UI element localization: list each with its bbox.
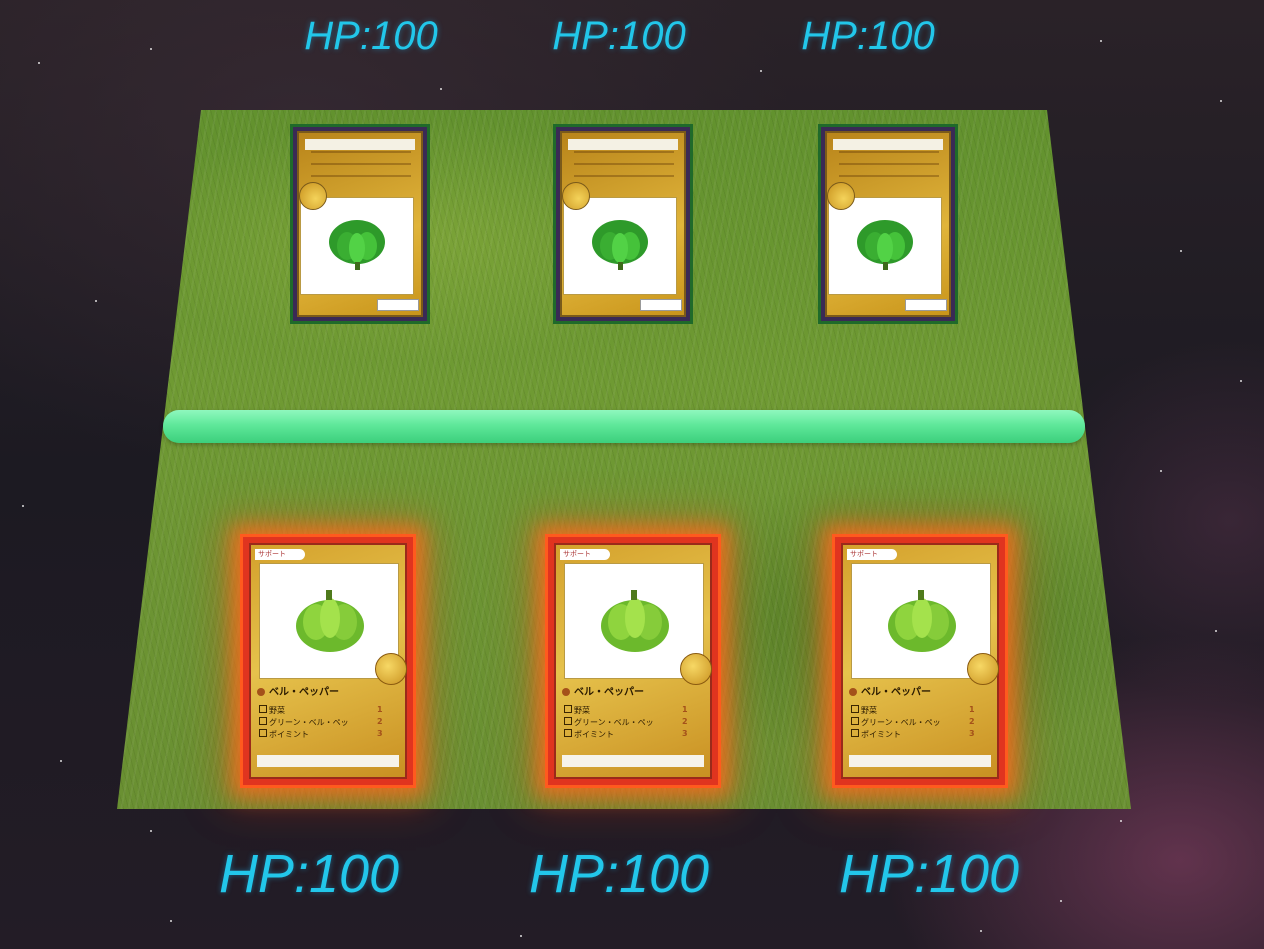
opponent-card-3[interactable] (818, 124, 958, 324)
card-badge: サポート (847, 549, 897, 560)
bell-pepper-icon (888, 590, 956, 652)
square-icon (564, 717, 572, 725)
card-attr-3: ポイミント (861, 730, 901, 739)
opponent-card-1[interactable] (290, 124, 430, 324)
player-card-1[interactable]: サポート ベル・ペッパー 野菜 1 グリーン・ベル・ペッ 2 ポイミント 3 (240, 534, 416, 788)
card-attr-2: グリーン・ベル・ペッ (269, 718, 349, 727)
card-footer-bar (257, 755, 399, 767)
card-badge: サポート (255, 549, 305, 560)
card-attr-1: 野菜 (269, 706, 285, 715)
card-val-1: 1 (682, 705, 688, 714)
player-hp-label-1: HP:100 (218, 844, 400, 904)
bell-pepper-icon (329, 220, 385, 270)
bell-pepper-icon (857, 220, 913, 270)
badge-emblem-icon (680, 653, 712, 685)
card-art (563, 197, 677, 295)
field-divider (163, 410, 1085, 443)
bell-pepper-icon (601, 590, 669, 652)
square-icon (259, 717, 267, 725)
card-attr-1: 野菜 (574, 706, 590, 715)
player-hp-label-2: HP:100 (528, 844, 710, 904)
card-name: ベル・ペッパー (269, 687, 339, 698)
element-dot-icon (257, 688, 265, 696)
square-icon (851, 705, 859, 713)
element-dot-icon (849, 688, 857, 696)
card-badge (640, 299, 682, 311)
player-card-2[interactable]: サポート ベル・ペッパー 野菜 1 グリーン・ベル・ペッ 2 ポイミント 3 (545, 534, 721, 788)
card-name: ベル・ペッパー (574, 687, 644, 698)
square-icon (851, 717, 859, 725)
card-art (300, 197, 414, 295)
badge-emblem-icon (967, 653, 999, 685)
card-val-3: 3 (682, 729, 688, 738)
card-attr-2: グリーン・ベル・ペッ (861, 718, 941, 727)
card-name: ベル・ペッパー (861, 687, 931, 698)
card-val-1: 1 (969, 705, 975, 714)
badge-emblem-icon (562, 182, 590, 210)
bell-pepper-icon (296, 590, 364, 652)
square-icon (259, 729, 267, 737)
card-attr-3: ポイミント (574, 730, 614, 739)
card-val-3: 3 (969, 729, 975, 738)
card-footer-bar (562, 755, 704, 767)
card-val-2: 2 (682, 717, 688, 726)
badge-emblem-icon (299, 182, 327, 210)
card-attr-3: ポイミント (269, 730, 309, 739)
element-dot-icon (562, 688, 570, 696)
card-footer-bar (568, 139, 678, 150)
square-icon (851, 729, 859, 737)
square-icon (259, 705, 267, 713)
card-attr-1: 野菜 (861, 706, 877, 715)
card-val-2: 2 (377, 717, 383, 726)
card-val-1: 1 (377, 705, 383, 714)
player-hp-label-3: HP:100 (838, 844, 1020, 904)
game-board: サポート ベル・ペッパー 野菜 1 グリーン・ベル・ペッ 2 ポイミント 3 サポート (0, 0, 1264, 949)
card-val-2: 2 (969, 717, 975, 726)
bell-pepper-icon (592, 220, 648, 270)
square-icon (564, 729, 572, 737)
card-badge: サポート (560, 549, 610, 560)
card-footer-bar (849, 755, 991, 767)
card-footer-bar (833, 139, 943, 150)
card-val-3: 3 (377, 729, 383, 738)
player-card-3[interactable]: サポート ベル・ペッパー 野菜 1 グリーン・ベル・ペッ 2 ポイミント 3 (832, 534, 1008, 788)
card-footer-bar (305, 139, 415, 150)
badge-emblem-icon (827, 182, 855, 210)
card-attr-2: グリーン・ベル・ペッ (574, 718, 654, 727)
square-icon (564, 705, 572, 713)
card-badge (905, 299, 947, 311)
card-badge (377, 299, 419, 311)
badge-emblem-icon (375, 653, 407, 685)
opponent-card-2[interactable] (553, 124, 693, 324)
card-art (828, 197, 942, 295)
